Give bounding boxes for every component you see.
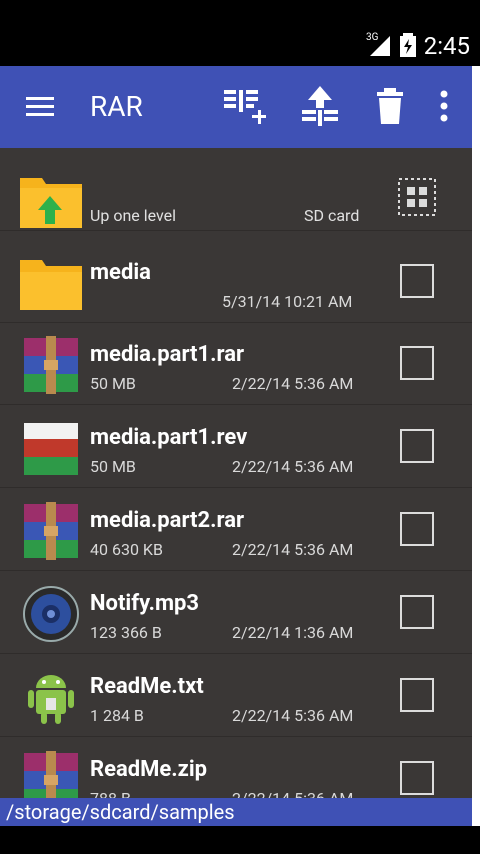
file-size: 40 630 KB (90, 540, 163, 559)
clock: 2:45 (423, 32, 470, 60)
current-path: /storage/sdcard/samples (6, 800, 235, 824)
storage-location: SD card (304, 206, 360, 225)
select-checkbox[interactable] (400, 761, 434, 795)
select-checkbox[interactable] (400, 264, 434, 298)
extract-icon[interactable] (298, 84, 342, 128)
rar-archive-icon (24, 751, 78, 798)
select-checkbox[interactable] (400, 678, 434, 712)
file-date: 2/22/14 5:36 AM (232, 457, 354, 476)
app-title: RAR (90, 90, 143, 123)
list-item[interactable]: media.part1.rar 50 MB 2/22/14 5:36 AM (0, 322, 472, 405)
file-list: Up one level SD card media 5/31/14 10:21… (0, 148, 472, 798)
current-path-bar: /storage/sdcard/samples (0, 798, 472, 826)
folder-up-icon (20, 178, 82, 228)
file-name: media.part1.rev (90, 425, 248, 450)
file-date: 2/22/14 5:36 AM (232, 540, 354, 559)
file-size: 1 284 B (90, 706, 144, 725)
bottom-bar (0, 826, 480, 854)
list-item[interactable]: media 5/31/14 10:21 AM (0, 240, 472, 323)
more-options-icon[interactable] (422, 84, 466, 128)
file-name: ReadMe.zip (90, 757, 208, 782)
select-checkbox[interactable] (400, 595, 434, 629)
select-checkbox[interactable] (400, 512, 434, 546)
select-checkbox[interactable] (400, 429, 434, 463)
folder-icon (20, 260, 82, 310)
recovery-volume-icon (24, 423, 78, 475)
delete-icon[interactable] (368, 84, 412, 128)
scrollbar[interactable] (472, 66, 480, 854)
rar-archive-icon (24, 336, 78, 394)
file-date: 2/22/14 1:36 AM (232, 623, 354, 642)
select-all-icon[interactable] (398, 178, 436, 216)
list-item[interactable]: media.part1.rev 50 MB 2/22/14 5:36 AM (0, 405, 472, 488)
file-size: 50 MB (90, 457, 136, 476)
list-item[interactable]: ReadMe.txt 1 284 B 2/22/14 5:36 AM (0, 654, 472, 737)
battery-icon (400, 33, 416, 57)
file-size: 788 B (90, 789, 131, 798)
file-name: Notify.mp3 (90, 591, 200, 616)
file-size: 50 MB (90, 374, 136, 393)
android-icon (28, 675, 74, 724)
file-date: 2/22/14 5:36 AM (232, 706, 354, 725)
add-to-archive-icon[interactable] (222, 84, 266, 128)
list-item[interactable]: media.part2.rar 40 630 KB 2/22/14 5:36 A… (0, 488, 472, 571)
menu-icon[interactable] (24, 94, 56, 120)
status-bar: 3G 2:45 (0, 0, 480, 66)
list-item[interactable]: ReadMe.zip 788 B 2/22/14 5:36 AM (0, 737, 472, 798)
up-one-level-label: Up one level (90, 206, 177, 225)
audio-speaker-icon (23, 586, 79, 642)
file-name: media.part2.rar (90, 508, 245, 533)
file-date: 5/31/14 10:21 AM (222, 292, 353, 311)
file-size: 123 366 B (90, 623, 162, 642)
file-name: media (90, 260, 151, 285)
select-checkbox[interactable] (400, 346, 434, 380)
file-date: 2/22/14 5:36 AM (232, 374, 354, 393)
file-name: ReadMe.txt (90, 674, 204, 699)
list-item[interactable]: Notify.mp3 123 366 B 2/22/14 1:36 AM (0, 571, 472, 654)
app-bar: RAR (0, 66, 472, 148)
rar-archive-icon (24, 502, 78, 560)
file-name: media.part1.rar (90, 342, 245, 367)
signal-icon (370, 36, 390, 56)
up-one-level-row[interactable]: Up one level SD card (0, 148, 472, 231)
file-date: 2/22/14 5:36 AM (232, 789, 353, 798)
